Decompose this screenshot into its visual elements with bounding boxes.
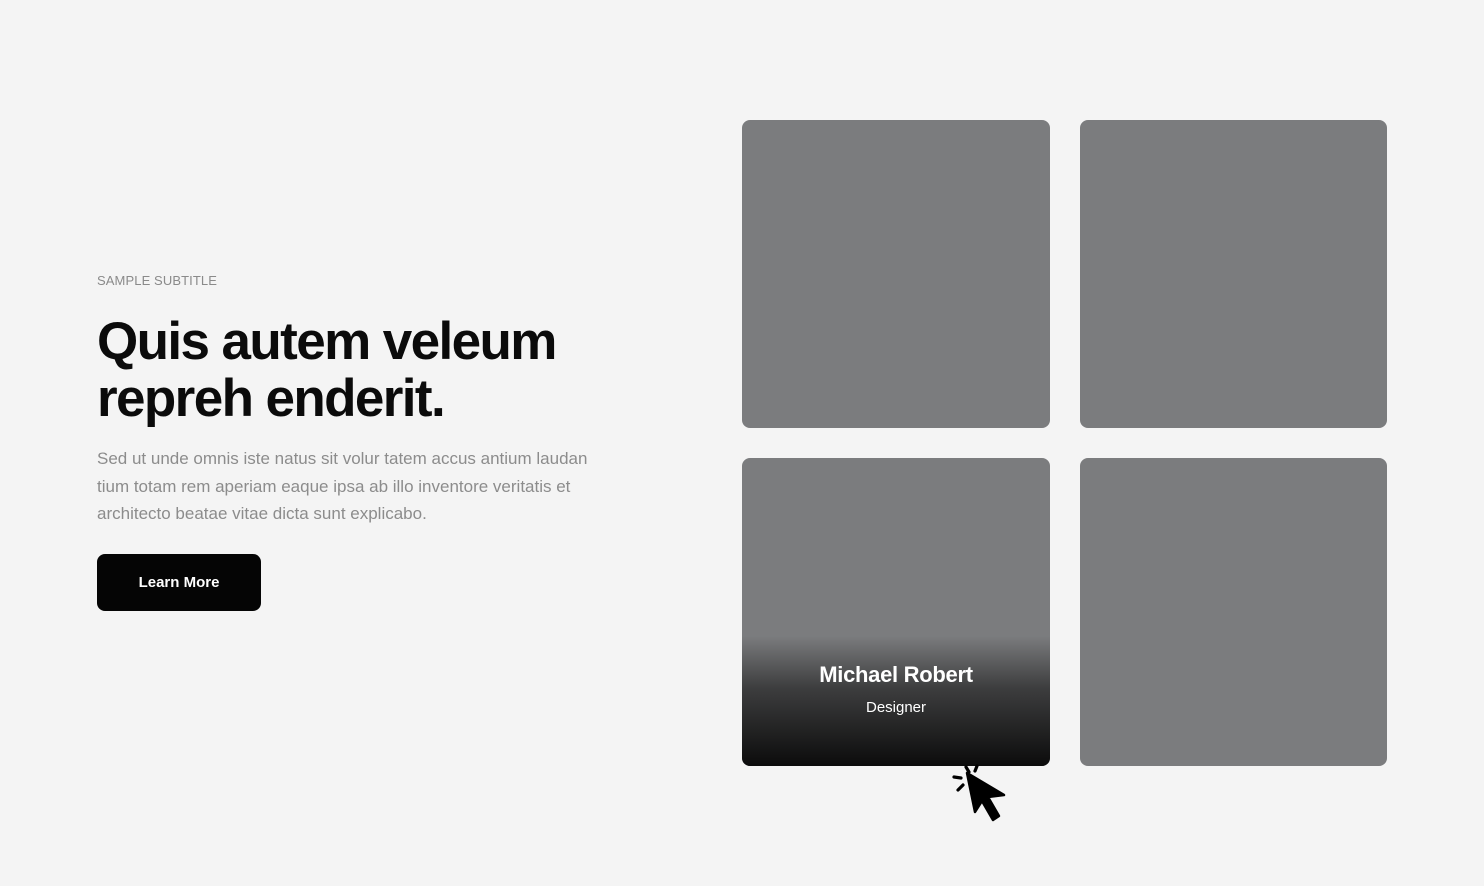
description-line: tium totam rem aperiam eaque ipsa ab ill… (97, 476, 571, 496)
click-cursor-icon (952, 764, 1006, 822)
page-headline: Quis autem veleum repreh enderit. (97, 313, 637, 427)
team-card[interactable] (1080, 120, 1387, 428)
description-line: architecto beatae vitae dicta sunt expli… (97, 504, 427, 523)
learn-more-button[interactable]: Learn More (97, 554, 261, 611)
member-name: Michael Robert (819, 662, 973, 687)
hero-description: Sed ut unde omnis iste natus sit volur t… (97, 445, 637, 528)
description-line: Sed ut unde omnis iste natus sit volur t… (97, 449, 588, 468)
section-subtitle: SAMPLE SUBTITLE (97, 273, 217, 288)
team-card[interactable] (1080, 458, 1387, 766)
member-role: Designer (865, 699, 927, 716)
team-card-hovered[interactable]: Michael Robert Designer (742, 458, 1050, 766)
team-card[interactable] (742, 120, 1050, 428)
headline-line: Quis autem veleum (97, 312, 557, 371)
headline-line: repreh enderit. (97, 369, 446, 428)
